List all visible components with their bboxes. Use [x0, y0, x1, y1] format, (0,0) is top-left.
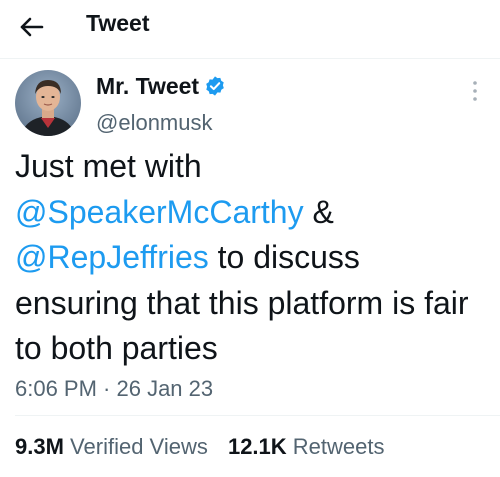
views-label: Verified Views — [70, 434, 208, 459]
retweets-label: Retweets — [292, 434, 385, 459]
arrow-left-icon[interactable] — [14, 10, 48, 44]
tweet-text: Just met with @SpeakerMcCarthy & @RepJef… — [15, 144, 490, 372]
views-stat[interactable]: 9.3M Verified Views — [15, 433, 208, 461]
divider — [15, 415, 500, 416]
avatar[interactable] — [15, 70, 81, 136]
page-title: Tweet — [86, 10, 150, 36]
top-bar: Tweet — [0, 0, 500, 59]
verified-badge-icon — [206, 76, 224, 96]
tweet-text-part: & — [303, 193, 334, 230]
avatar-image — [15, 70, 81, 136]
retweets-stat[interactable]: 12.1K Retweets — [228, 433, 385, 461]
author-display-name[interactable]: Mr. Tweet — [96, 72, 199, 100]
tweet-stats: 9.3M Verified Views 12.1K Retweets — [15, 433, 399, 461]
mention-rep-jeffries[interactable]: @RepJeffries — [15, 239, 209, 275]
retweets-count: 12.1K — [227, 434, 287, 459]
views-count: 9.3M — [15, 434, 64, 459]
more-vertical-icon[interactable] — [465, 78, 485, 104]
tweet-text-part: Just met with — [15, 148, 202, 184]
mention-speaker-mccarthy[interactable]: @SpeakerMcCarthy — [15, 194, 304, 230]
tweet-timestamp[interactable]: 6:06 PM · 26 Jan 23 — [15, 375, 213, 403]
author-name-row: Mr. Tweet — [96, 72, 226, 100]
author-handle[interactable]: @elonmusk — [96, 109, 213, 137]
